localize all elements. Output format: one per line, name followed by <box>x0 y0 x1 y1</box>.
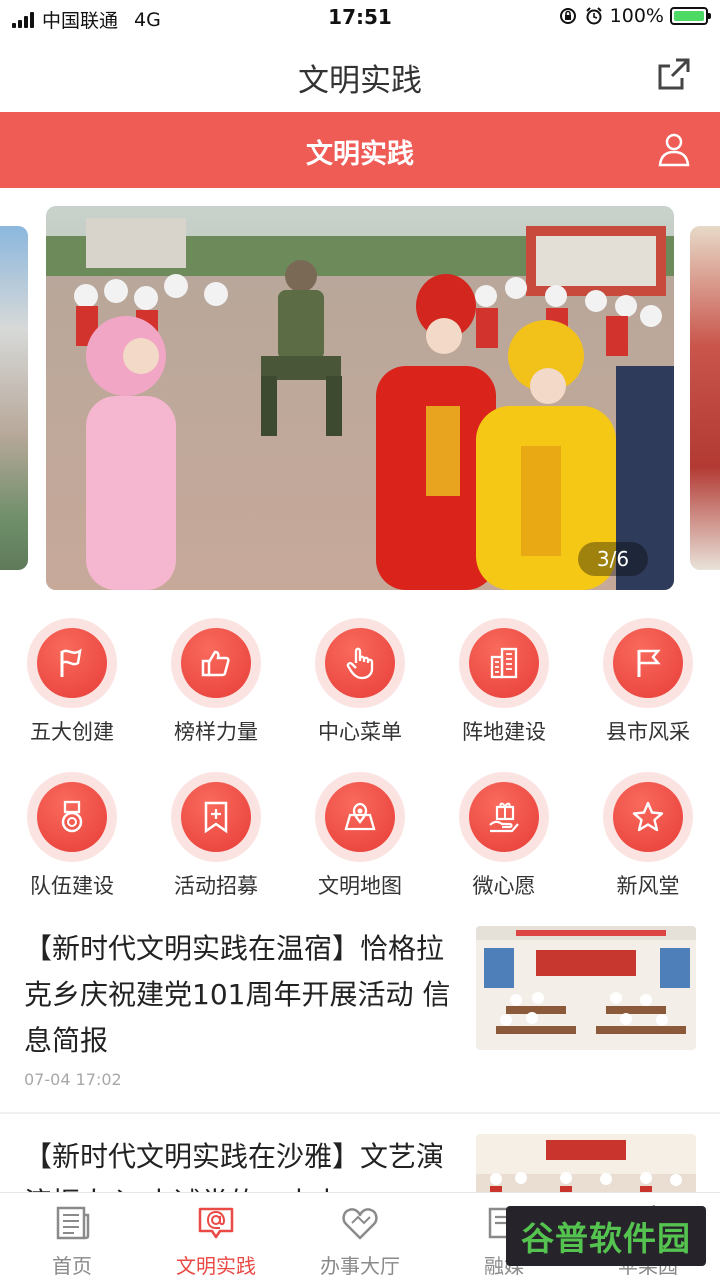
battery-icon <box>670 7 711 25</box>
grid-label: 微心愿 <box>472 874 536 898</box>
grid-label: 榜样力量 <box>174 720 258 744</box>
hand-pointer-icon <box>346 647 374 680</box>
grid-item-activity-recruit[interactable]: 活动招募 <box>144 760 288 900</box>
nav-bar: 文明实践 <box>0 36 720 112</box>
chat-at-icon <box>198 1207 234 1239</box>
watermark-text: 谷普软件园 <box>521 1219 691 1258</box>
thumbs-up-icon <box>201 650 230 677</box>
banner-carousel[interactable]: 3/6 <box>46 206 674 590</box>
battery-percent: 100% <box>609 5 664 27</box>
feature-row-2: 队伍建设 活动招募 文明地图 微心愿 新风堂 <box>0 760 720 900</box>
banner-prev-slide[interactable] <box>0 226 28 570</box>
building-icon <box>490 647 518 679</box>
grid-label: 阵地建设 <box>462 720 546 744</box>
share-icon[interactable] <box>654 54 694 94</box>
banner-counter: 3/6 <box>578 542 648 576</box>
grid-item-five-creations[interactable]: 五大创建 <box>0 606 144 746</box>
grid-label: 队伍建设 <box>30 874 114 898</box>
bookmark-plus-icon <box>204 801 228 834</box>
news-photo <box>476 1134 696 1192</box>
grid-item-new-style-hall[interactable]: 新风堂 <box>576 760 720 900</box>
grid-label: 五大创建 <box>30 720 114 744</box>
grid-label: 县市风采 <box>606 720 690 744</box>
tab-label: 文明实践 <box>176 1254 256 1278</box>
feature-row-1: 五大创建 榜样力量 中心菜单 阵地建设 县市风采 <box>0 606 720 746</box>
flag-square-icon <box>637 649 661 677</box>
news-thumbnail[interactable] <box>476 1134 696 1192</box>
grid-item-county-style[interactable]: 县市风采 <box>576 606 720 746</box>
tab-service-hall[interactable]: 办事大厅 <box>288 1193 432 1280</box>
divider <box>0 1112 720 1114</box>
grid-item-micro-wish[interactable]: 微心愿 <box>432 760 576 900</box>
page-title: 文明实践 <box>298 63 422 99</box>
site-watermark: 谷普软件园 <box>506 1206 706 1266</box>
grid-item-civilization-map[interactable]: 文明地图 <box>288 760 432 900</box>
news-title[interactable]: 【新时代文明实践在温宿】恰格拉克乡庆祝建党101周年开展活动 信息简报 <box>24 926 464 1064</box>
status-right: 100% <box>558 5 711 27</box>
banner-photo <box>46 206 674 590</box>
status-bar: 中国联通 4G 17:51 100% <box>0 0 720 36</box>
news-title[interactable]: 【新时代文明实践在沙雅】文艺演演振人心 赤诚党的二十大 <box>24 1134 464 1192</box>
star-icon <box>632 801 664 832</box>
section-title: 文明实践 <box>306 139 414 170</box>
tab-label: 办事大厅 <box>320 1254 400 1278</box>
alarm-icon <box>585 7 602 25</box>
grid-item-team-building[interactable]: 队伍建设 <box>0 760 144 900</box>
newspaper-icon <box>56 1206 90 1240</box>
flag-icon <box>60 648 82 677</box>
tab-home[interactable]: 首页 <box>0 1193 144 1280</box>
grid-label: 新风堂 <box>616 874 680 898</box>
news-photo <box>476 926 696 1050</box>
news-time: 07-04 17:02 <box>24 1070 122 1089</box>
grid-label: 文明地图 <box>318 874 402 898</box>
grid-label: 活动招募 <box>174 874 258 898</box>
tab-label: 首页 <box>52 1254 92 1278</box>
news-item[interactable]: 【新时代文明实践在沙雅】文艺演演振人心 赤诚党的二十大 <box>0 1118 720 1192</box>
grid-label: 中心菜单 <box>318 720 402 744</box>
medal-icon <box>61 800 83 833</box>
gift-hand-icon <box>489 802 519 833</box>
tab-civilization-practice[interactable]: 文明实践 <box>144 1193 288 1280</box>
user-icon[interactable] <box>654 129 694 169</box>
banner-next-slide[interactable] <box>690 226 720 570</box>
heart-icon <box>342 1208 378 1240</box>
section-header: 文明实践 <box>0 112 720 188</box>
grid-item-center-menu[interactable]: 中心菜单 <box>288 606 432 746</box>
news-item[interactable]: 【新时代文明实践在温宿】恰格拉克乡庆祝建党101周年开展活动 信息简报 07-0… <box>0 918 720 1114</box>
orientation-lock-icon <box>559 8 576 24</box>
grid-item-base-construction[interactable]: 阵地建设 <box>432 606 576 746</box>
map-pin-icon <box>344 802 376 831</box>
news-thumbnail[interactable] <box>476 926 696 1050</box>
grid-item-role-models[interactable]: 榜样力量 <box>144 606 288 746</box>
